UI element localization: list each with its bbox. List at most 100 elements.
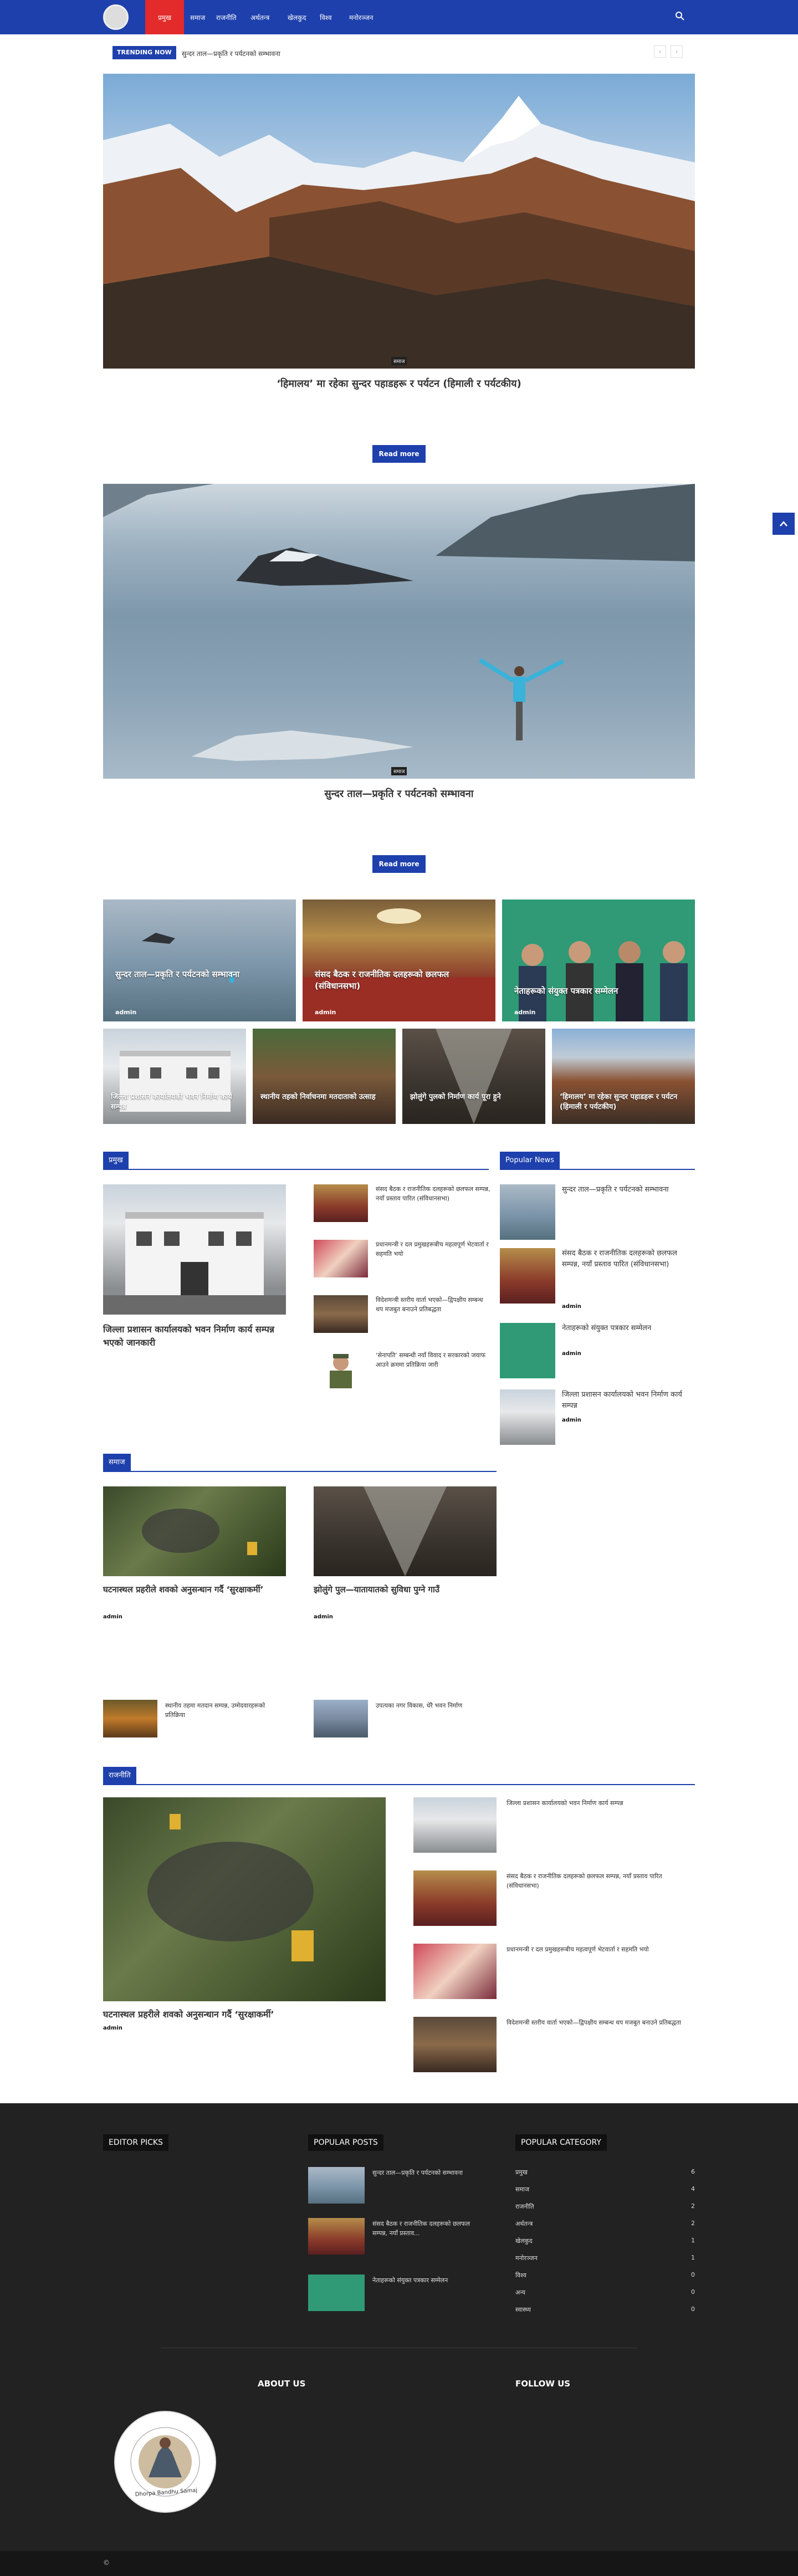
author-name[interactable]: admin bbox=[115, 1009, 136, 1016]
list-item-title[interactable]: संसद बैठक र राजनीतिक दलहरूको छलफल सम्पन्… bbox=[376, 1184, 492, 1203]
list-item-title[interactable]: जिल्ला प्रशासन कार्यालयको भवन निर्माण का… bbox=[507, 1798, 695, 1808]
list-thumb[interactable] bbox=[413, 1797, 497, 1853]
hero-image-lake[interactable]: समाज bbox=[103, 484, 695, 779]
footer-post-title[interactable]: सुन्दर ताल—प्रकृति र पर्यटनको सम्भावना bbox=[372, 2168, 483, 2178]
grid-top-card[interactable]: सुन्दर ताल—प्रकृति र पर्यटनको सम्भावना a… bbox=[103, 899, 296, 1021]
popular-news-tag[interactable]: Popular News bbox=[500, 1152, 560, 1169]
list-item-title[interactable]: स्थानीय तहमा मतदान सम्पन्न, उम्मेदवारहरू… bbox=[165, 1701, 282, 1720]
hero-category-badge[interactable]: समाज bbox=[391, 767, 407, 775]
category-name[interactable]: समाज bbox=[515, 2185, 529, 2194]
author-name[interactable]: admin bbox=[562, 1304, 581, 1310]
section-tag[interactable]: प्रमुख bbox=[103, 1152, 129, 1169]
chevron-left-icon[interactable]: ‹ bbox=[654, 45, 666, 58]
grid-card-title[interactable]: झोलुंगे पुलको निर्माण कार्य पूरा हुने bbox=[410, 1092, 540, 1102]
category-name[interactable]: प्रमुख bbox=[515, 2168, 528, 2176]
section2-card-image[interactable] bbox=[314, 1486, 497, 1576]
grid-bottom-card[interactable]: जिल्ला प्रशासन कार्यालयको भवन निर्माण का… bbox=[103, 1029, 246, 1124]
section2-card-title[interactable]: झोलुंगे पुल—यातायातको सुविधा पुग्ने गाउँ bbox=[314, 1583, 497, 1596]
nav-item[interactable]: विश्व bbox=[320, 13, 332, 22]
section2-card-image[interactable] bbox=[103, 1486, 286, 1576]
author-name[interactable]: admin bbox=[315, 1009, 336, 1016]
nav-item[interactable]: मनोरञ्जन bbox=[349, 13, 373, 22]
list-item-title[interactable]: प्रधानमन्त्री र दल प्रमुखहरूबीच महत्वपूर… bbox=[507, 1945, 695, 1954]
nav-item[interactable]: खेलकुद bbox=[288, 13, 306, 22]
category-name[interactable]: मनोरञ्जन bbox=[515, 2254, 538, 2262]
nav-item[interactable]: राजनीति bbox=[216, 13, 237, 22]
author-name[interactable]: admin bbox=[103, 1614, 122, 1620]
grid-card-title[interactable]: ‘हिमालय’ मा रहेका सुन्दर पहाडहरू र पर्यट… bbox=[560, 1092, 689, 1112]
grid-card-title[interactable]: जिल्ला प्रशासन कार्यालयको भवन निर्माण का… bbox=[111, 1092, 241, 1112]
section-main-image[interactable] bbox=[103, 1184, 286, 1315]
section-main-title[interactable]: जिल्ला प्रशासन कार्यालयको भवन निर्माण का… bbox=[103, 1323, 286, 1350]
category-name[interactable]: अन्य bbox=[515, 2288, 525, 2297]
nav-item[interactable]: समाज bbox=[190, 13, 205, 22]
list-item-title[interactable]: संसद बैठक र राजनीतिक दलहरूको छलफल सम्पन्… bbox=[507, 1872, 695, 1890]
popular-thumb[interactable] bbox=[500, 1323, 555, 1378]
footer-logo[interactable]: Dhorpa Bandhu Samaj bbox=[114, 2411, 216, 2513]
author-name[interactable]: admin bbox=[514, 1009, 535, 1016]
list-item-title[interactable]: विदेशमन्त्री स्तरीय वार्ता भएको—द्विपक्ष… bbox=[507, 2018, 695, 2027]
popular-item-title[interactable]: सुन्दर ताल—प्रकृति र पर्यटनको सम्भावना bbox=[562, 1184, 695, 1195]
read-more-button[interactable]: Read more bbox=[372, 445, 426, 463]
footer-post-title[interactable]: नेताहरूको संयुक्त पत्रकार सम्मेलन bbox=[372, 2276, 483, 2285]
list-thumb[interactable] bbox=[413, 1944, 497, 1999]
list-item-title[interactable]: प्रधानमन्त्री र दल प्रमुखहरूबीच महत्वपूर… bbox=[376, 1240, 492, 1259]
hero-title[interactable]: ‘हिमालय’ मा रहेका सुन्दर पहाडहरू र पर्यट… bbox=[103, 377, 695, 390]
list-thumb[interactable] bbox=[413, 1870, 497, 1926]
author-name[interactable]: admin bbox=[103, 2025, 122, 2031]
search-icon[interactable] bbox=[675, 11, 685, 21]
popular-item-title[interactable]: संसद बैठक र राजनीतिक दलहरूको छलफल सम्पन्… bbox=[562, 1248, 695, 1270]
footer-post-thumb[interactable] bbox=[308, 2218, 365, 2255]
hero-image-mountain[interactable]: समाज bbox=[103, 74, 695, 369]
grid-top-card[interactable]: संसद बैठक र राजनीतिक दलहरूको छलफल (संविध… bbox=[303, 899, 495, 1021]
grid-card-title[interactable]: स्थानीय तहको निर्वाचनमा मतदाताको उत्साह bbox=[260, 1092, 390, 1102]
grid-bottom-card[interactable]: ‘हिमालय’ मा रहेका सुन्दर पहाडहरू र पर्यट… bbox=[552, 1029, 695, 1124]
list-thumb[interactable] bbox=[314, 1295, 368, 1333]
category-name[interactable]: अर्थतन्त्र bbox=[515, 2220, 533, 2228]
category-name[interactable]: विश्व bbox=[515, 2271, 526, 2279]
popular-thumb[interactable] bbox=[500, 1184, 555, 1240]
footer-post-thumb[interactable] bbox=[308, 2167, 365, 2204]
grid-bottom-card[interactable]: स्थानीय तहको निर्वाचनमा मतदाताको उत्साह bbox=[253, 1029, 396, 1124]
list-item-title[interactable]: विदेशमन्त्री स्तरीय वार्ता भएको—द्विपक्ष… bbox=[376, 1295, 492, 1314]
site-logo[interactable] bbox=[103, 4, 129, 30]
category-name[interactable]: स्वास्थ्य bbox=[515, 2306, 531, 2314]
list-thumb[interactable] bbox=[314, 1184, 368, 1222]
chevron-right-icon[interactable]: › bbox=[671, 45, 683, 58]
list-thumb[interactable] bbox=[314, 1351, 368, 1388]
hero-category-badge[interactable]: समाज bbox=[391, 357, 407, 365]
category-name[interactable]: खेलकुद bbox=[515, 2237, 533, 2245]
list-thumb[interactable] bbox=[103, 1700, 157, 1737]
back-to-top-button[interactable] bbox=[773, 513, 795, 535]
hero-title[interactable]: सुन्दर ताल—प्रकृति र पर्यटनको सम्भावना bbox=[103, 787, 695, 800]
author-name[interactable]: admin bbox=[562, 1417, 581, 1423]
grid-card-title[interactable]: सुन्दर ताल—प्रकृति र पर्यटनको सम्भावना bbox=[115, 969, 288, 980]
list-thumb[interactable] bbox=[314, 1700, 368, 1737]
nav-item[interactable]: अर्थतन्त्र bbox=[250, 13, 269, 22]
popular-thumb[interactable] bbox=[500, 1389, 555, 1445]
grid-card-title[interactable]: नेताहरूको संयुक्त पत्रकार सम्मेलन bbox=[514, 985, 687, 997]
trending-headline[interactable]: सुन्दर ताल—प्रकृति र पर्यटनको सम्भावना bbox=[182, 49, 280, 58]
category-name[interactable]: राजनीति bbox=[515, 2202, 534, 2211]
section3-main-image[interactable] bbox=[103, 1797, 386, 2001]
section2-card-title[interactable]: घटनास्थल प्रहरीले शवको अनुसन्धान गर्दै ‘… bbox=[103, 1583, 286, 1596]
grid-top-card[interactable]: नेताहरूको संयुक्त पत्रकार सम्मेलन admin bbox=[502, 899, 695, 1021]
list-item-title[interactable]: ‘सेनापति’ सम्बन्धी नयाँ विवाद र सरकारको … bbox=[376, 1351, 492, 1369]
read-more-button[interactable]: Read more bbox=[372, 855, 426, 873]
nav-item[interactable]: प्रमुख bbox=[145, 13, 184, 22]
list-thumb[interactable] bbox=[314, 1240, 368, 1277]
section-tag[interactable]: राजनीति bbox=[103, 1767, 136, 1784]
footer-post-thumb[interactable] bbox=[308, 2275, 365, 2311]
grid-bottom-card[interactable]: झोलुंगे पुलको निर्माण कार्य पूरा हुने bbox=[402, 1029, 545, 1124]
list-thumb[interactable] bbox=[413, 2017, 497, 2072]
author-name[interactable]: admin bbox=[314, 1614, 333, 1620]
section-tag[interactable]: समाज bbox=[103, 1454, 131, 1471]
list-item-title[interactable]: उपत्यका नगर विकास, धेरै भवन निर्माण bbox=[376, 1701, 492, 1710]
section3-main-title[interactable]: घटनास्थल प्रहरीले शवको अनुसन्धान गर्दै ‘… bbox=[103, 2008, 386, 2021]
footer-post-title[interactable]: संसद बैठक र राजनीतिक दलहरूको छलफल सम्पन्… bbox=[372, 2219, 483, 2238]
popular-thumb[interactable] bbox=[500, 1248, 555, 1304]
author-name[interactable]: admin bbox=[562, 1351, 581, 1357]
popular-item-title[interactable]: जिल्ला प्रशासन कार्यालयको भवन निर्माण का… bbox=[562, 1389, 695, 1412]
popular-item-title[interactable]: नेताहरूको संयुक्त पत्रकार सम्मेलन bbox=[562, 1323, 695, 1334]
grid-card-title[interactable]: संसद बैठक र राजनीतिक दलहरूको छलफल (संविध… bbox=[315, 969, 488, 992]
